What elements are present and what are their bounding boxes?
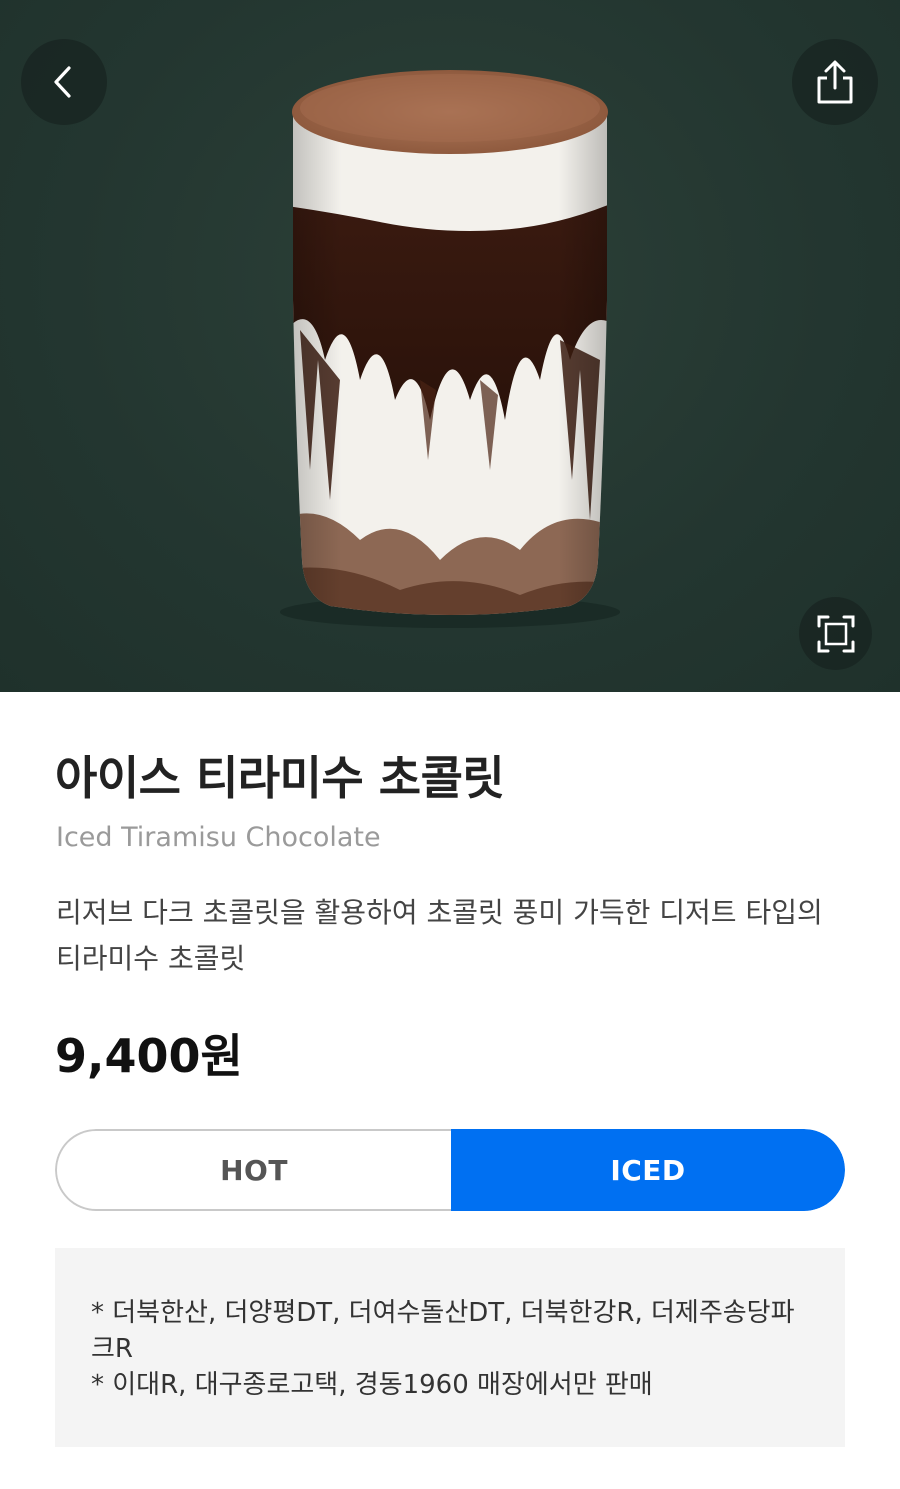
product-english-name: Iced Tiramisu Chocolate xyxy=(56,822,381,853)
temperature-toggle: HOT ICED xyxy=(55,1129,845,1211)
fullscreen-icon xyxy=(817,615,854,652)
product-image xyxy=(0,0,900,692)
store-availability-notice: * 더북한산, 더양평DT, 더여수돌산DT, 더북한강R, 더제주송당파크R … xyxy=(55,1248,845,1447)
fullscreen-button[interactable] xyxy=(799,597,872,670)
notice-line: * 더북한산, 더양평DT, 더여수돌산DT, 더북한강R, 더제주송당파크R xyxy=(91,1298,795,1364)
product-title: 아이스 티라미수 초콜릿 xyxy=(55,751,505,805)
notice-line: * 이대R, 대구종로고택, 경동1960 매장에서만 판매 xyxy=(91,1370,653,1400)
product-price: 9,400원 xyxy=(55,1029,243,1083)
share-icon xyxy=(817,60,853,104)
product-description: 리저브 다크 초콜릿을 활용하여 초콜릿 풍미 가득한 디저트 타입의 티라미수… xyxy=(56,896,823,975)
iced-option-button[interactable]: ICED xyxy=(451,1129,845,1211)
drink-image xyxy=(280,70,620,628)
hot-option-button[interactable]: HOT xyxy=(55,1129,451,1211)
share-button[interactable] xyxy=(792,39,878,125)
chevron-left-icon xyxy=(54,66,71,98)
back-button[interactable] xyxy=(21,39,107,125)
